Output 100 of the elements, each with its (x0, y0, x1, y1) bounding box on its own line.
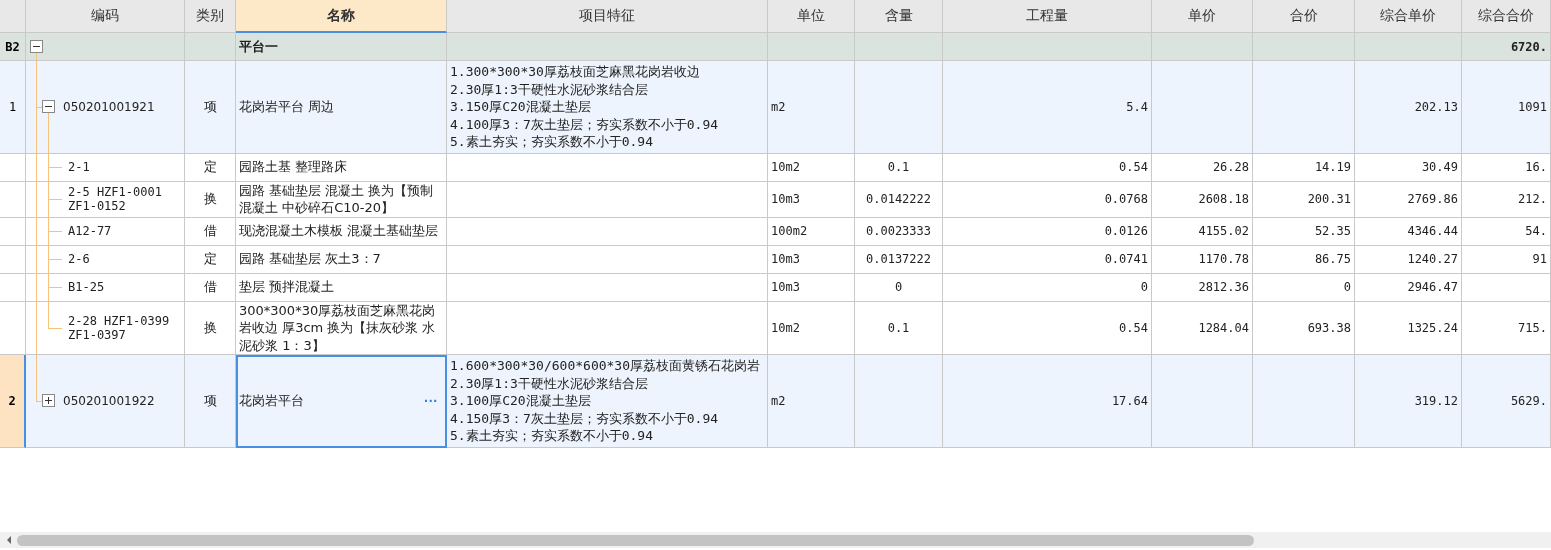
unit-cell: m2 (768, 61, 855, 154)
row-header[interactable]: 2 (0, 355, 26, 448)
collapse-toggle[interactable] (30, 40, 43, 53)
unit-price-cell: 2812.36 (1152, 273, 1253, 302)
name-cell[interactable]: 园路土基 整理路床 (236, 153, 447, 182)
content-cell: 0.0023333 (855, 217, 943, 246)
quantity-cell: 17.64 (943, 355, 1152, 448)
unit-cell: 10m2 (768, 153, 855, 182)
type-cell: 借 (185, 217, 236, 246)
type-cell: 借 (185, 273, 236, 302)
type-cell: 项 (185, 61, 236, 154)
column-header[interactable]: 综合单价 (1355, 0, 1462, 33)
unit-cell: 10m2 (768, 301, 855, 355)
comp-total-cell: 212. (1462, 181, 1551, 218)
features-cell: 1.600*300*30/600*600*30厚荔枝面黄锈石花岗岩 2.30厚1:3干硬性水泥砂浆结合层 3.100厚C20混凝土垫层 4.150厚3：7灰土垫层；夯实系数不小于0.94 5.素土夯实；夯实系数不小于0.94 (447, 355, 768, 448)
content-cell: 0.1 (855, 301, 943, 355)
unit-price-cell: 1284.04 (1152, 301, 1253, 355)
code-cell-text: 2-5 HZF1-0001 ZF1-0152 (68, 185, 163, 213)
content-cell: 0.1 (855, 153, 943, 182)
type-cell: 换 (185, 181, 236, 218)
comp-unit-price-cell: 30.49 (1355, 153, 1462, 182)
unit-cell: 100m2 (768, 217, 855, 246)
name-cell[interactable]: 现浇混凝土木模板 混凝土基础垫层 (236, 217, 447, 246)
content-cell: 0.0137222 (855, 245, 943, 274)
quantity-cell: 5.4 (943, 61, 1152, 154)
expand-toggle[interactable] (42, 100, 55, 114)
code-cell-text: B1-25 (68, 280, 106, 294)
comp-unit-price-cell: 319.12 (1355, 355, 1462, 448)
column-header[interactable]: 名称 (236, 0, 447, 33)
comp-total-cell: 5629. (1462, 355, 1551, 448)
code-cell-text: 050201001921 (63, 99, 156, 114)
type-cell: 换 (185, 301, 236, 355)
unit-cell: 10m3 (768, 245, 855, 274)
column-header[interactable]: 编码 (26, 0, 185, 33)
plus-icon (44, 396, 53, 406)
quantity-cell: 0 (943, 273, 1152, 302)
comp-total-cell: 1091 (1462, 61, 1551, 154)
column-header[interactable]: 项目特征 (447, 0, 768, 33)
name-cell[interactable]: 花岗岩平台 ··· (236, 355, 447, 448)
column-header[interactable]: 单位 (768, 0, 855, 33)
total-price-cell: 0 (1253, 273, 1355, 302)
unit-price-cell: 26.28 (1152, 153, 1253, 182)
code-cell-text: 2-1 (68, 160, 91, 174)
column-header[interactable]: 类别 (185, 0, 236, 33)
expand-toggle[interactable] (42, 394, 55, 408)
scroll-left-icon[interactable] (5, 535, 13, 545)
row-header: B2 (0, 33, 26, 61)
quantity-cell: 0.54 (943, 301, 1152, 355)
column-header[interactable]: 含量 (855, 0, 943, 33)
total-price-cell: 86.75 (1253, 245, 1355, 274)
name-cell[interactable]: 300*300*30厚荔枝面芝麻黑花岗岩收边 厚3cm 换为【抹灰砂浆 水泥砂浆 1：3】 (236, 301, 447, 355)
column-header[interactable]: 合价 (1253, 0, 1355, 33)
unit-price-cell: 4155.02 (1152, 217, 1253, 246)
code-cell-text: 050201001922 (63, 393, 156, 408)
quantity-cell: 0.0741 (943, 245, 1152, 274)
more-button[interactable]: ··· (424, 392, 438, 409)
content-cell: 0 (855, 273, 943, 302)
column-header[interactable]: 综合合价 (1462, 0, 1551, 33)
comp-total-cell: 54. (1462, 217, 1551, 246)
name-cell[interactable]: 园路 基础垫层 灰土3：7 (236, 245, 447, 274)
comp-total-cell: 91 (1462, 245, 1551, 274)
section-name: 平台一 (236, 33, 447, 61)
name-cell[interactable]: 园路 基础垫层 混凝土 换为【预制混凝土 中砂碎石C10-20】 (236, 181, 447, 218)
column-header[interactable]: 单价 (1152, 0, 1253, 33)
comp-total-cell: 16. (1462, 153, 1551, 182)
total-price-cell: 52.35 (1253, 217, 1355, 246)
type-cell: 项 (185, 355, 236, 448)
column-header[interactable]: 工程量 (943, 0, 1152, 33)
horizontal-scrollbar[interactable] (0, 532, 1551, 548)
code-cell-text: 2-28 HZF1-0399 ZF1-0397 (68, 313, 171, 342)
unit-price-cell: 2608.18 (1152, 181, 1253, 218)
comp-unit-price-cell: 202.13 (1355, 61, 1462, 154)
quantity-cell: 0.0768 (943, 181, 1152, 218)
comp-unit-price-cell: 1240.27 (1355, 245, 1462, 274)
total-price-cell: 200.31 (1253, 181, 1355, 218)
scrollbar-thumb[interactable] (17, 534, 1254, 546)
unit-price-cell: 1170.78 (1152, 245, 1253, 274)
quantity-cell: 0.0126 (943, 217, 1152, 246)
corner-cell (0, 0, 26, 33)
code-cell-text: 2-6 (68, 252, 91, 266)
row-header[interactable]: 1 (0, 61, 26, 154)
unit-cell: 10m3 (768, 273, 855, 302)
total-price-cell: 14.19 (1253, 153, 1355, 182)
comp-unit-price-cell: 2769.86 (1355, 181, 1462, 218)
unit-cell: m2 (768, 355, 855, 448)
comp-unit-price-cell: 4346.44 (1355, 217, 1462, 246)
comp-unit-price-cell: 2946.47 (1355, 273, 1462, 302)
comp-total-cell: 6720. (1462, 33, 1551, 61)
unit-cell: 10m3 (768, 181, 855, 218)
quantity-cell: 0.54 (943, 153, 1152, 182)
name-cell[interactable]: 垫层 预拌混凝土 (236, 273, 447, 302)
comp-unit-price-cell: 1325.24 (1355, 301, 1462, 355)
content-cell: 0.0142222 (855, 181, 943, 218)
name-cell[interactable]: 花岗岩平台 周边 (236, 61, 447, 154)
features-cell: 1.300*300*30厚荔枝面芝麻黑花岗岩收边 2.30厚1:3干硬性水泥砂浆结合层 3.150厚C20混凝土垫层 4.100厚3：7灰土垫层；夯实系数不小于0.94 5.素土夯实；夯实系数不小于0.94 (447, 61, 768, 154)
comp-total-cell: 715. (1462, 301, 1551, 355)
total-price-cell: 693.38 (1253, 301, 1355, 355)
type-cell: 定 (185, 153, 236, 182)
type-cell: 定 (185, 245, 236, 274)
code-cell-text: A12-77 (68, 224, 113, 238)
